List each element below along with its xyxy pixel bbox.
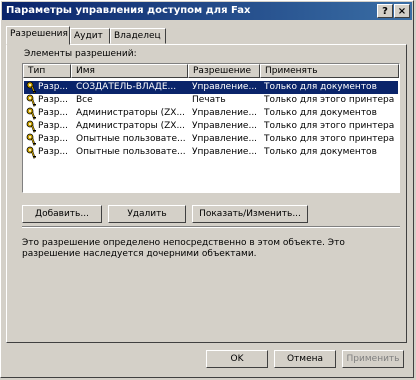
permission-entries-list[interactable]: Тип Имя Разрешение Применять Разр... СОЗД…: [22, 63, 400, 193]
key-icon: [26, 107, 36, 120]
cell-type: Разр...: [38, 95, 69, 105]
add-button[interactable]: Добавить...: [22, 205, 102, 223]
cell-apply: Только для документов: [264, 147, 377, 157]
column-header-name[interactable]: Имя: [71, 64, 188, 78]
cell-name: Администраторы (ZX...: [76, 108, 186, 118]
cell-type: Разр...: [38, 108, 69, 118]
cell-apply: Только для документов: [264, 82, 377, 92]
key-icon: [26, 133, 36, 146]
apply-button[interactable]: Применить: [342, 350, 404, 368]
window-title: Параметры управления доступом для Fax: [6, 5, 251, 16]
column-header-apply[interactable]: Применять: [260, 64, 399, 78]
inheritance-info-text: Это разрешение определено непосредственн…: [22, 238, 345, 259]
column-header-type[interactable]: Тип: [23, 64, 71, 78]
key-icon: [26, 146, 36, 159]
cell-name: Опытные пользовате...: [76, 134, 186, 144]
key-icon: [26, 120, 36, 133]
cell-permission: Управление...: [192, 134, 258, 144]
permission-entries-label: Элементы разрешений:: [24, 49, 137, 59]
cell-permission: Управление...: [192, 82, 258, 92]
tab-audit[interactable]: Аудит: [70, 28, 110, 44]
permission-row[interactable]: Разр... Опытные пользовате... Управление..…: [24, 146, 398, 159]
help-button[interactable]: ?: [377, 4, 393, 18]
permission-row[interactable]: Разр... Администраторы (ZX... Управление..…: [24, 107, 398, 120]
cell-type: Разр...: [38, 82, 69, 92]
cell-name: Все: [76, 95, 93, 105]
view-edit-button[interactable]: Показать/Изменить...: [192, 205, 308, 223]
permission-row[interactable]: Разр... Все Печать Только для этого принтер…: [24, 94, 398, 107]
cell-permission: Управление...: [192, 147, 258, 157]
tab-owner[interactable]: Владелец: [110, 28, 166, 44]
permission-row[interactable]: Разр... СОЗДАТЕЛЬ-ВЛАДЕ... Управление... То…: [24, 81, 398, 94]
cell-type: Разр...: [38, 134, 69, 144]
separator: [22, 226, 400, 228]
ok-button[interactable]: OK: [206, 350, 268, 368]
key-icon: [26, 94, 36, 107]
permission-row[interactable]: Разр... Опытные пользовате... Управление..…: [24, 133, 398, 146]
cell-permission: Печать: [192, 95, 226, 105]
cell-apply: Только для этого принтера: [264, 121, 395, 131]
tab-permissions[interactable]: Разрешения: [6, 26, 70, 45]
cancel-button[interactable]: Отмена: [274, 350, 336, 368]
title-bar: Параметры управления доступом для Fax ? …: [2, 2, 412, 20]
key-icon: [26, 81, 36, 94]
remove-button[interactable]: Удалить: [108, 205, 186, 223]
close-button[interactable]: ×: [394, 4, 410, 18]
cell-permission: Управление...: [192, 121, 258, 131]
cell-type: Разр...: [38, 121, 69, 131]
cell-name: Опытные пользовате...: [76, 147, 186, 157]
cell-apply: Только для документов: [264, 108, 377, 118]
cell-apply: Только для этого принтера: [264, 134, 395, 144]
cell-permission: Управление...: [192, 108, 258, 118]
column-header-permission[interactable]: Разрешение: [188, 64, 260, 78]
cell-apply: Только для этого принтера: [264, 95, 395, 105]
cell-name: СОЗДАТЕЛЬ-ВЛАДЕ...: [76, 82, 177, 92]
cell-type: Разр...: [38, 147, 69, 157]
permission-row[interactable]: Разр... Администраторы (ZX... Управление..…: [24, 120, 398, 133]
cell-name: Администраторы (ZX...: [76, 121, 186, 131]
